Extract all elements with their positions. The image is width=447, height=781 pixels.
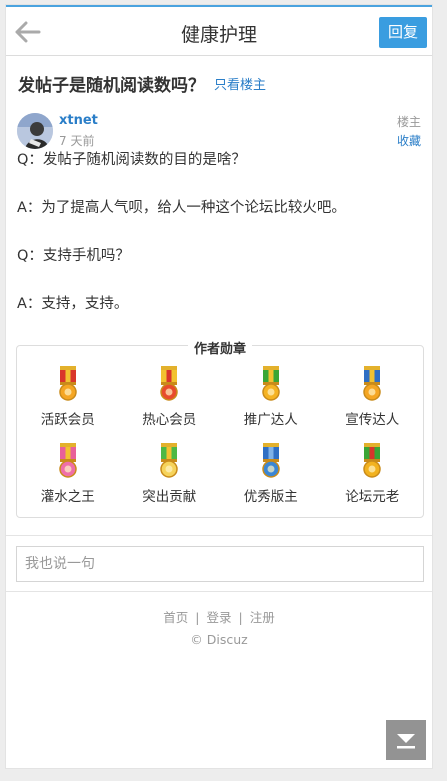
author-name[interactable]: xtnet	[59, 113, 98, 128]
top-bar: 健康护理 回复	[6, 5, 432, 56]
post-line: A：支持，支持。	[17, 296, 129, 312]
medal-item[interactable]: 优秀版主	[220, 443, 322, 515]
avatar[interactable]	[17, 113, 53, 149]
medal-box-title: 作者勋章	[17, 338, 423, 357]
page-title: 健康护理	[180, 24, 257, 46]
footer-link-home[interactable]: 首页	[163, 610, 188, 625]
medal-box: 作者勋章 活跃会员 热心会员 推广达人 宣传达人灌水之王 突出贡献 优秀版主 论坛元老	[16, 342, 424, 518]
arrow-down-icon	[397, 734, 415, 749]
post-content: Q：发帖子随机阅读数的目的是啥？ A：为了提高人气呗，给人一种这个论坛比较火吧。…	[17, 149, 422, 315]
medal-green-star-icon	[262, 366, 280, 401]
footer-link-login[interactable]: 登录	[206, 610, 231, 625]
post-line: A：为了提高人气呗，给人一种这个论坛比较火吧。	[17, 200, 346, 216]
separator: |	[195, 610, 200, 625]
avatar-image	[17, 113, 53, 149]
medal-item[interactable]: 热心会员	[119, 366, 221, 438]
scroll-to-bottom-button[interactable]	[386, 720, 426, 760]
copyright: © Discuz	[190, 632, 248, 647]
app-frame: 健康护理 回复 发帖子是随机阅读数吗？ 只看楼主 xtnet 7 天前 楼主 收…	[5, 4, 433, 769]
medal-grid: 活跃会员 热心会员 推广达人 宣传达人灌水之王 突出贡献 优秀版主 论坛元老	[17, 366, 423, 515]
medal-red-flower-icon	[160, 366, 178, 401]
medal-item[interactable]: 宣传达人	[322, 366, 424, 438]
divider	[6, 591, 432, 592]
footer-link-register[interactable]: 注册	[250, 610, 275, 625]
medal-label: 论坛元老	[345, 489, 400, 505]
medal-label: 优秀版主	[243, 489, 298, 505]
reply-input[interactable]	[16, 546, 424, 582]
post-line: Q：支持手机吗？	[17, 248, 130, 264]
thread-title: 发帖子是随机阅读数吗？	[18, 76, 205, 96]
medal-blue-disc-icon	[262, 443, 280, 478]
medal-label: 推广达人	[243, 412, 298, 428]
only-op-link[interactable]: 只看楼主	[214, 74, 266, 93]
separator: |	[238, 610, 243, 625]
medal-green-star-outline-icon	[160, 443, 178, 478]
medal-label: 灌水之王	[40, 489, 95, 505]
medal-item[interactable]: 推广达人	[220, 366, 322, 438]
post-line: Q：发帖子随机阅读数的目的是啥？	[17, 152, 246, 168]
medal-blue-sun-icon	[363, 366, 381, 401]
medal-label: 突出贡献	[142, 489, 197, 505]
reply-button[interactable]: 回复	[379, 17, 427, 48]
medal-label: 宣传达人	[345, 412, 400, 428]
medal-red-gold-icon	[59, 366, 77, 401]
medal-item[interactable]: 突出贡献	[119, 443, 221, 515]
favorite-link[interactable]: 收藏	[397, 132, 421, 149]
footer-links: 首页 | 登录 | 注册	[6, 607, 432, 626]
floor-label: 楼主	[396, 115, 421, 129]
medal-item[interactable]: 论坛元老	[322, 443, 424, 515]
divider	[6, 535, 432, 536]
medal-box-title-text: 作者勋章	[187, 342, 252, 357]
medal-green-gold-icon	[363, 443, 381, 478]
post-time: 7 天前	[59, 134, 95, 148]
medal-label: 热心会员	[142, 412, 197, 428]
medal-item[interactable]: 活跃会员	[17, 366, 119, 438]
medal-label: 活跃会员	[40, 412, 95, 428]
medal-pink-flower-icon	[59, 443, 77, 478]
medal-item[interactable]: 灌水之王	[17, 443, 119, 515]
